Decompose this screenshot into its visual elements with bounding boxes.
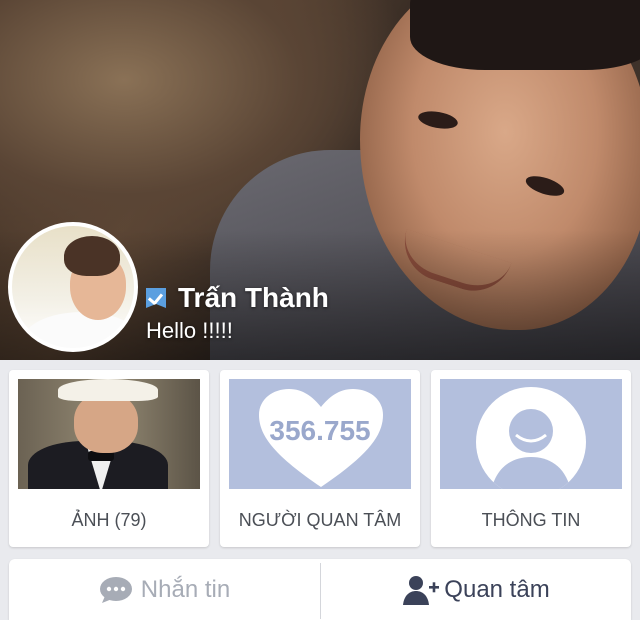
profile-avatar[interactable] xyxy=(8,222,138,352)
profile-cards: ẢNH (79) 356.755 NGƯỜI QUAN TÂM THÔNG TI… xyxy=(0,360,640,556)
avatar-body xyxy=(22,312,134,348)
info-thumb xyxy=(440,379,622,489)
followers-card[interactable]: 356.755 NGƯỜI QUAN TÂM xyxy=(220,370,420,547)
photo-thumbnail xyxy=(18,379,200,489)
profile-status: Hello !!!!! xyxy=(146,318,233,343)
chat-bubble-icon xyxy=(99,576,133,604)
verified-badge-icon xyxy=(146,288,166,308)
message-button-label: Nhắn tin xyxy=(140,575,231,603)
photos-label: ẢNH (79) xyxy=(71,510,147,530)
profile-name-row: Trấn Thành xyxy=(146,282,329,314)
person-icon xyxy=(476,387,586,489)
cover-hair xyxy=(410,0,640,70)
thumb-face xyxy=(74,393,138,453)
follow-button[interactable]: Quan tâm xyxy=(321,559,631,620)
thumb-hat xyxy=(58,379,158,401)
photos-card[interactable]: ẢNH (79) xyxy=(9,370,209,547)
add-person-icon xyxy=(402,574,440,606)
info-label: THÔNG TIN xyxy=(481,510,581,530)
followers-label: NGƯỜI QUAN TÂM xyxy=(238,510,402,530)
follow-button-label: Quan tâm xyxy=(444,575,550,603)
person-silhouette-icon xyxy=(491,409,571,489)
info-card[interactable]: THÔNG TIN xyxy=(431,370,631,547)
avatar-hair xyxy=(64,236,120,276)
followers-count: 356.755 xyxy=(269,415,371,446)
action-bar: Nhắn tin Quan tâm xyxy=(9,559,631,620)
message-button[interactable]: Nhắn tin xyxy=(9,559,320,620)
profile-name[interactable]: Trấn Thành xyxy=(178,282,329,314)
followers-thumb: 356.755 xyxy=(229,379,411,489)
